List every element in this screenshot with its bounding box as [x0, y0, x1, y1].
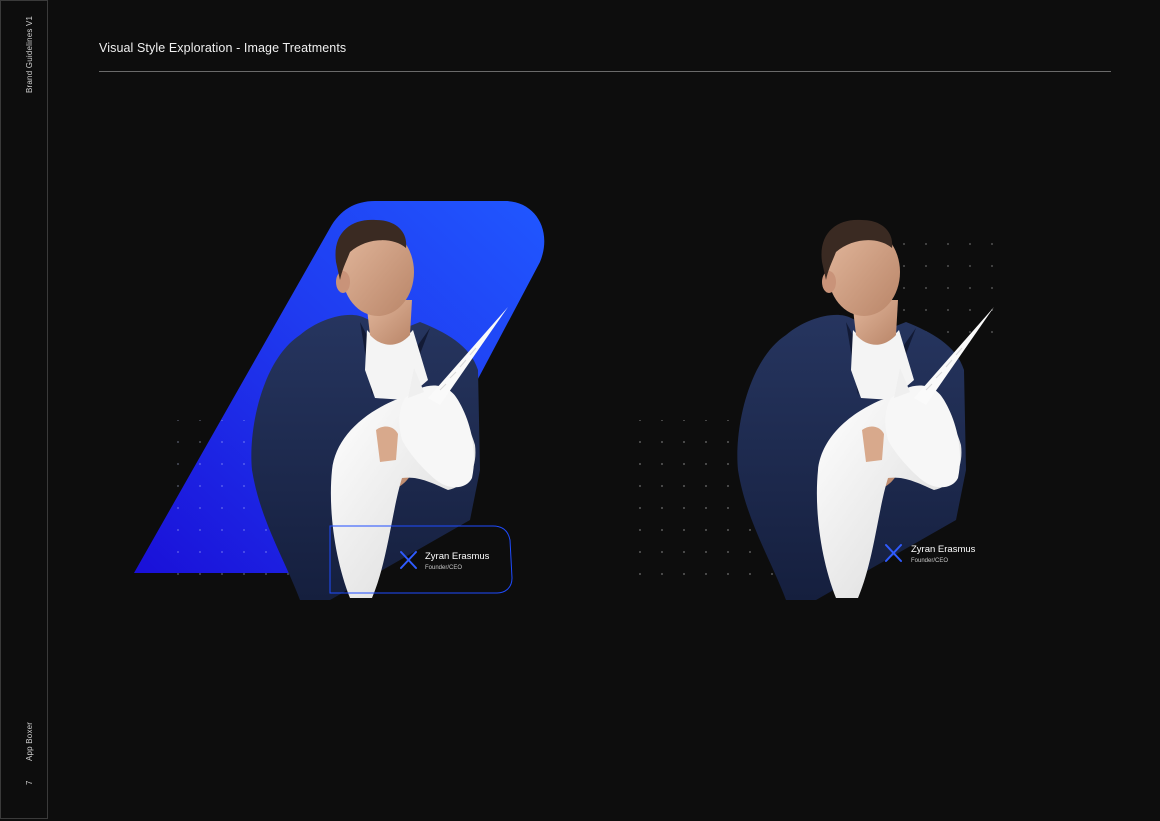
person-role: Founder/CEO [911, 558, 948, 564]
treatment-dot-grid: Zyran Erasmus Founder/CEO [636, 219, 1010, 601]
image-treatments-artboard: Zyran Erasmus Founder/CEO Zyran Erasmus … [134, 201, 1010, 601]
person-role: Founder/CEO [425, 565, 462, 571]
person-name: Zyran Erasmus [425, 551, 490, 562]
person-name: Zyran Erasmus [911, 544, 976, 555]
dot-grid-top [880, 228, 1010, 338]
treatment-blue-shape: Zyran Erasmus Founder/CEO [134, 201, 545, 601]
